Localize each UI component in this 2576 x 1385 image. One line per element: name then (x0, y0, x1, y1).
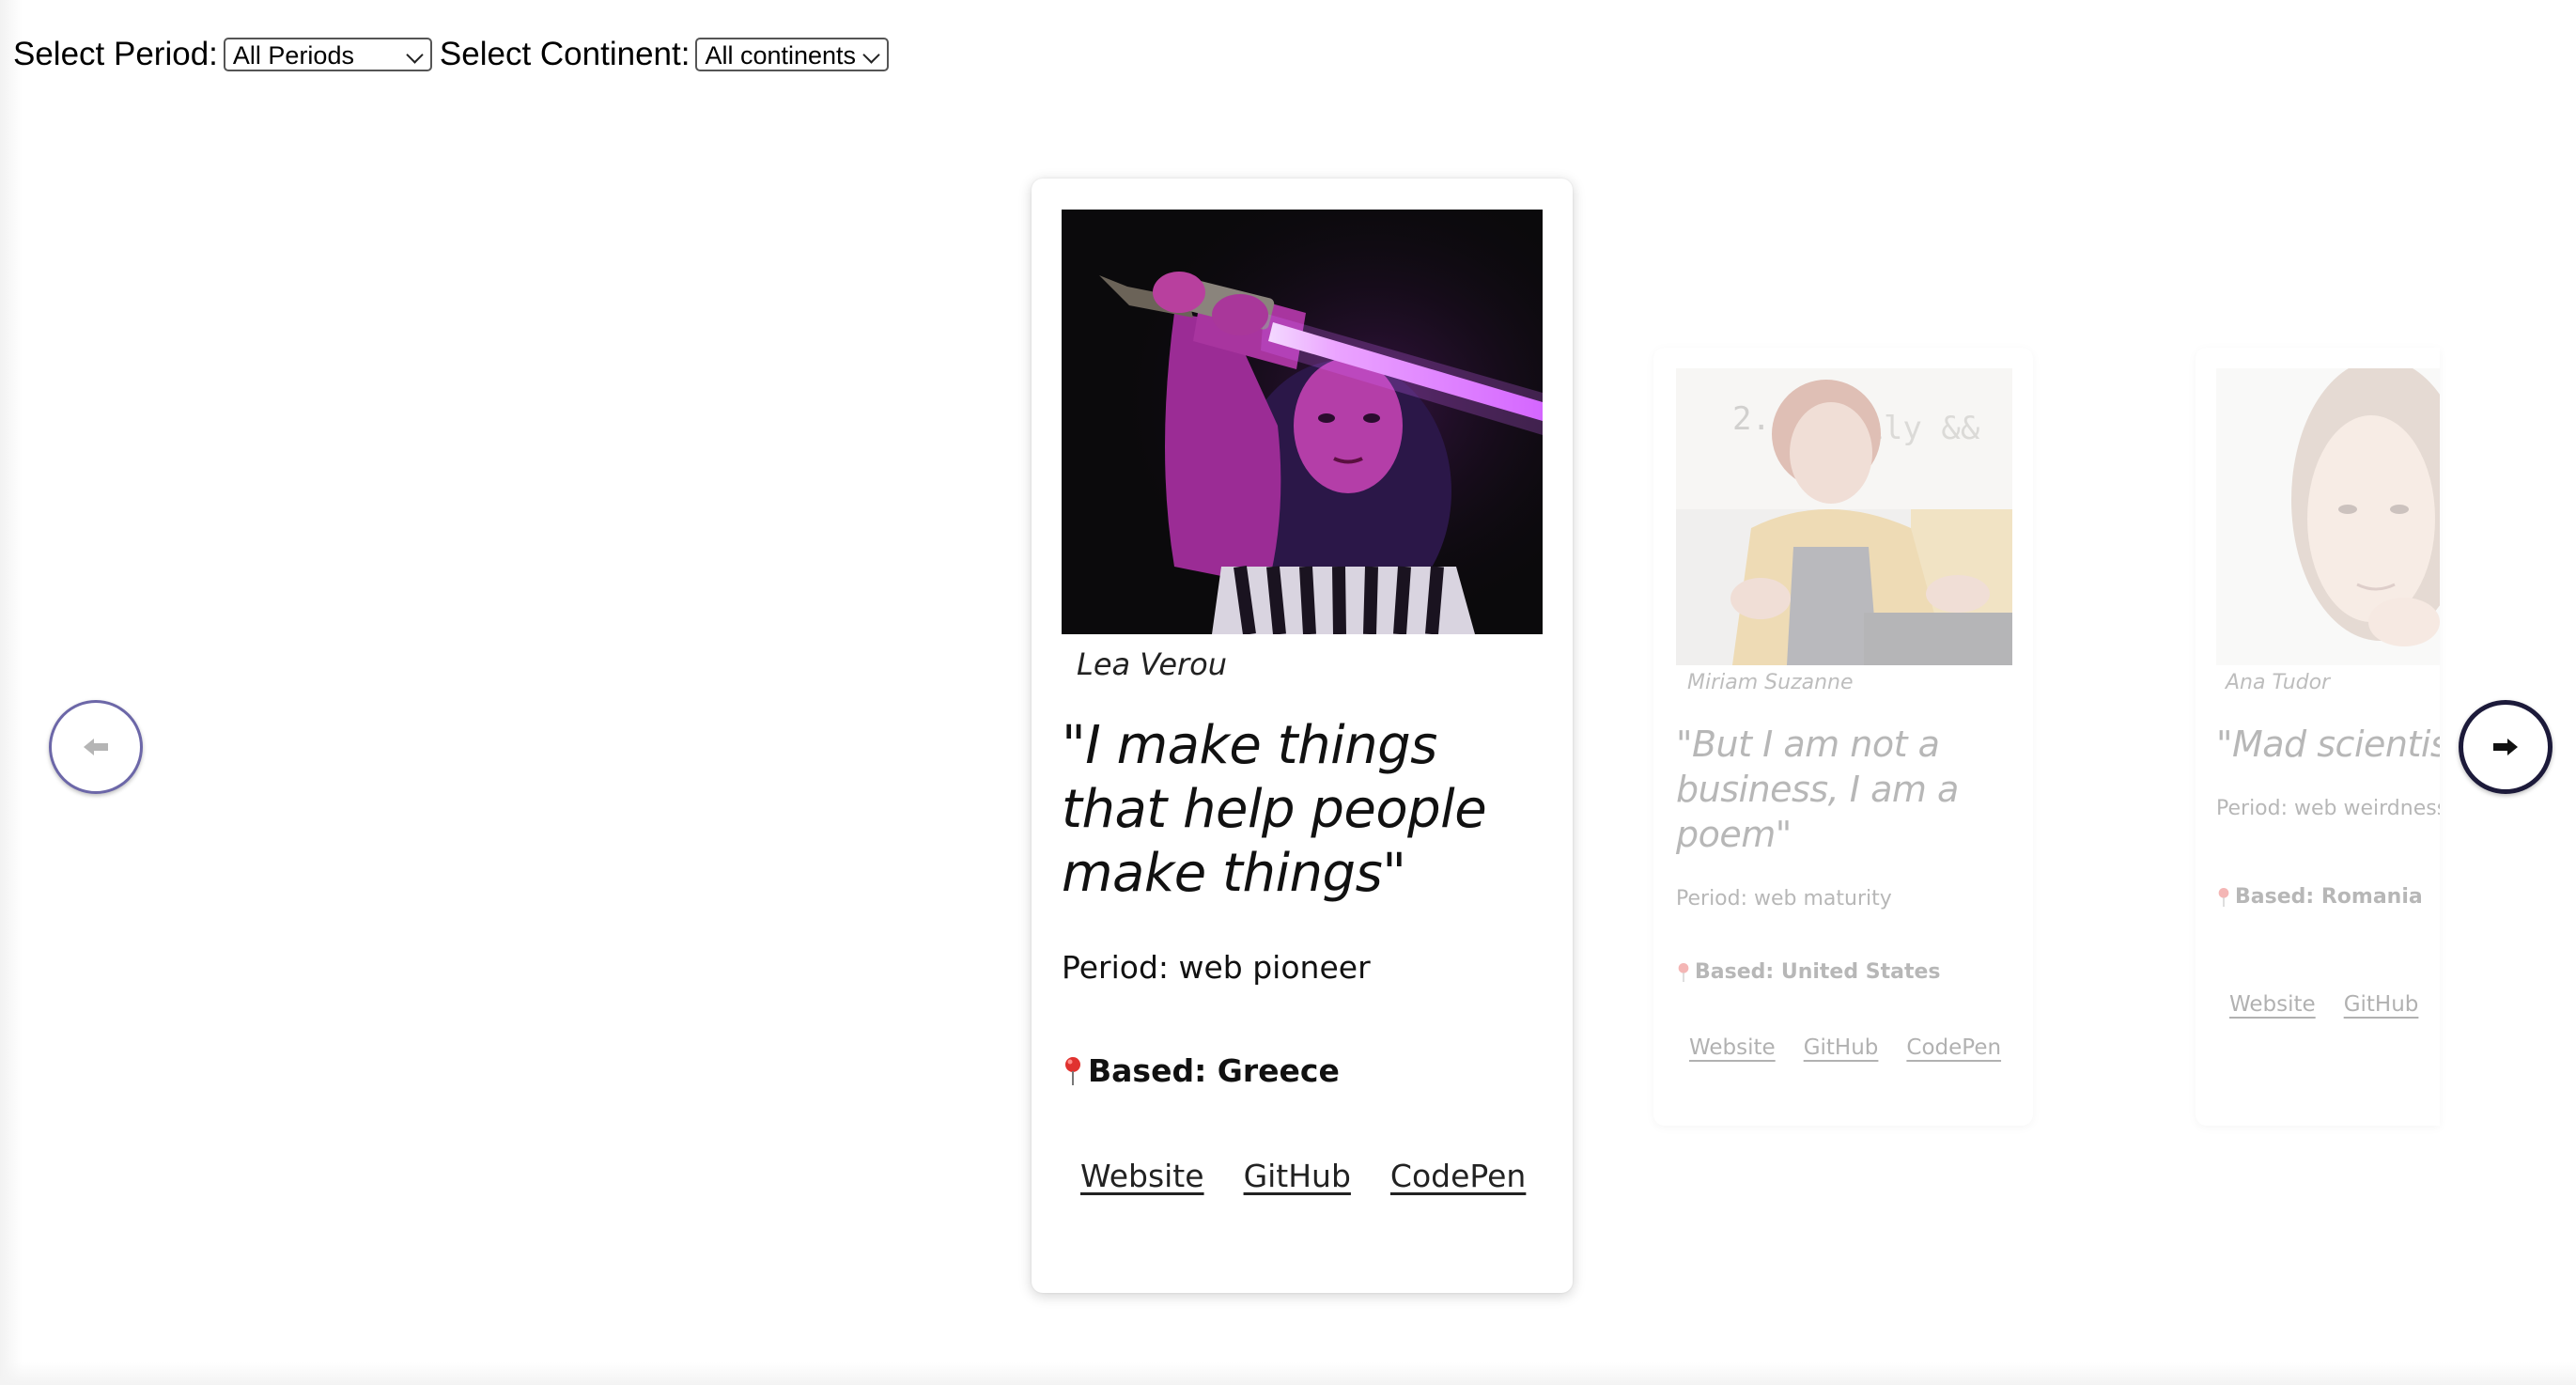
person-based-text: Based: Romania (2235, 885, 2423, 909)
chevron-down-icon (406, 46, 424, 64)
person-based: Based: Romania (2216, 885, 2423, 909)
continent-select[interactable]: All continents (695, 38, 890, 71)
period-select[interactable]: All Periods (223, 38, 432, 71)
website-link[interactable]: Website (2229, 992, 2316, 1017)
person-based: Based: Greece (1062, 1052, 1340, 1089)
person-name: Ana Tudor (2226, 671, 2331, 694)
codepen-link[interactable]: CodePen (1390, 1158, 1526, 1194)
person-period: Period: web pioneer (1062, 949, 1371, 986)
person-quote: "I make things that help people make thi… (1062, 715, 1487, 904)
person-photo: 2. mily && (1676, 368, 2012, 665)
period-select-value: All Periods (232, 41, 354, 70)
person-photo (2216, 368, 2440, 665)
pin-icon (1062, 1055, 1084, 1087)
person-period: Period: web weirdness (2216, 797, 2440, 820)
chevron-down-icon (862, 46, 881, 64)
period-label: Select Period: (13, 36, 218, 72)
person-quote: "But I am not a business, I am a poem" (1676, 724, 1959, 855)
arrow-left-icon (84, 739, 108, 755)
github-link[interactable]: GitHub (1244, 1158, 1351, 1194)
next-button[interactable] (2459, 700, 2553, 794)
person-based-text: Based: Greece (1088, 1052, 1340, 1089)
github-link[interactable]: GitHub (2344, 992, 2419, 1017)
filter-bar: Select Period: All Periods Select Contin… (13, 34, 896, 75)
pin-icon (1676, 961, 1691, 984)
continent-label: Select Continent: (439, 36, 691, 72)
person-quote: "Mad scientis (2216, 724, 2440, 765)
github-link[interactable]: GitHub (1804, 1035, 1879, 1060)
pin-icon (2216, 886, 2231, 909)
person-links: Website GitHub CodePen (1080, 1158, 1565, 1194)
person-based: Based: United States (1676, 960, 1941, 984)
arrow-right-icon (2493, 739, 2518, 755)
person-card[interactable]: Ana Tudor "Mad scientis Period: web weir… (2196, 348, 2440, 1126)
person-card[interactable]: 2. mily && Miriam Suzanne "But I am not … (1653, 348, 2033, 1126)
continent-select-value: All continents (705, 41, 857, 70)
codepen-link[interactable]: CodePen (1906, 1035, 2001, 1060)
person-name: Miriam Suzanne (1687, 671, 1854, 694)
person-card-active: Lea Verou "I make things that help peopl… (1032, 179, 1573, 1293)
website-link[interactable]: Website (1080, 1158, 1204, 1194)
person-based-text: Based: United States (1695, 960, 1941, 984)
person-links: Website GitHub CodePen (1689, 1035, 2029, 1060)
person-photo (1062, 210, 1543, 634)
page: Select Period: All Periods Select Contin… (0, 0, 2576, 1385)
website-link[interactable]: Website (1689, 1035, 1776, 1060)
person-name: Lea Verou (1077, 646, 1228, 682)
svg-text:2.: 2. (1732, 400, 1771, 438)
previous-button[interactable] (49, 700, 143, 794)
person-links: Website GitHub (2229, 992, 2440, 1017)
person-period: Period: web maturity (1676, 887, 1892, 910)
